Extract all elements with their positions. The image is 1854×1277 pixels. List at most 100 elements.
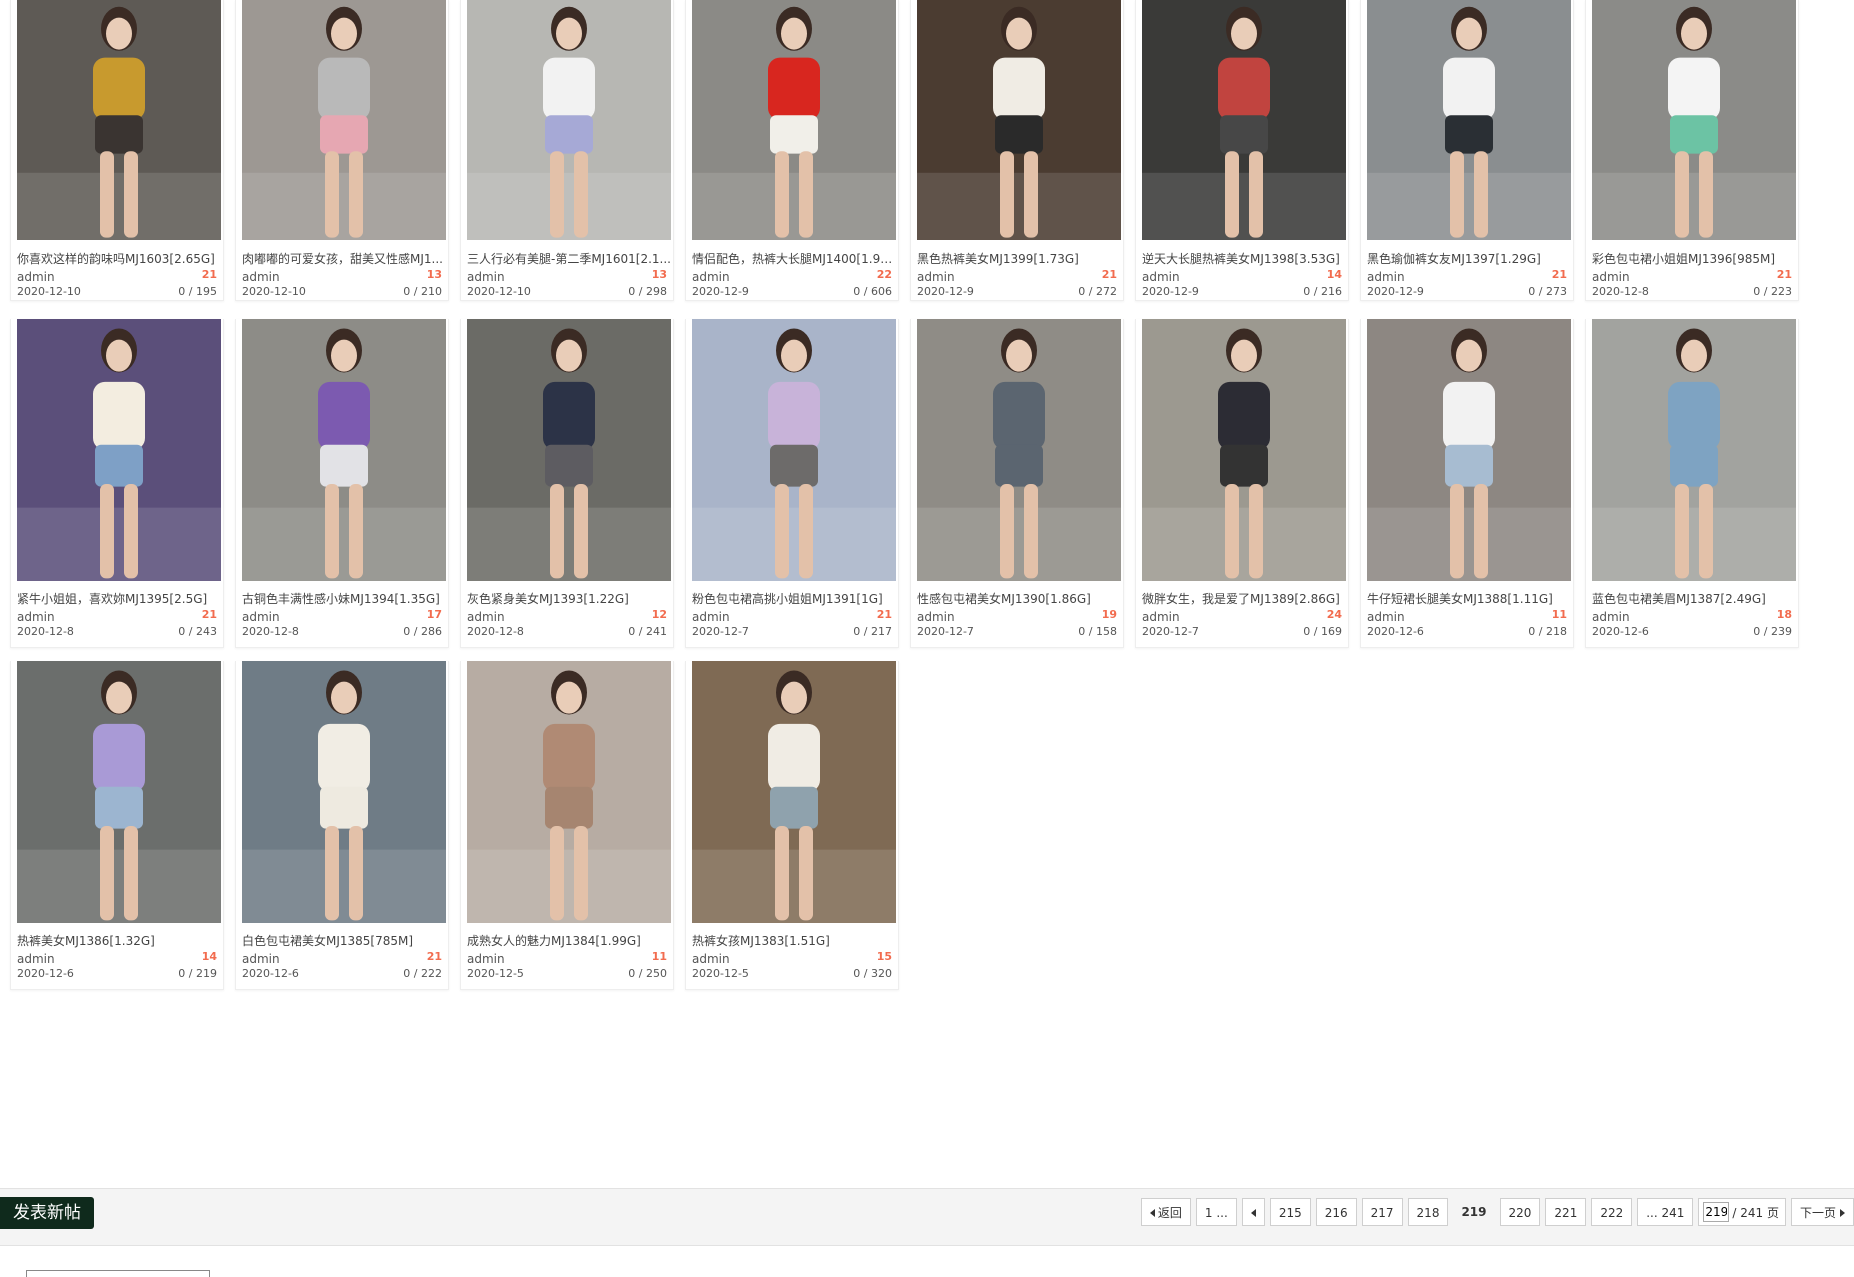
thread-card[interactable]: 黑色瑜伽裤女友MJ1397[1.29G] admin 21 2020-12-9 0 / … [1360,0,1574,301]
thread-title[interactable]: 蓝色包屯裙美眉MJ1387[2.49G] [1592,590,1796,607]
thread-thumbnail[interactable] [1367,0,1571,240]
thread-thumbnail[interactable] [1592,0,1796,240]
thread-title[interactable]: 热裤美女MJ1386[1.32G] [17,932,221,949]
thread-author[interactable]: admin [467,610,505,624]
thread-date: 2020-12-10 [17,285,81,298]
thread-thumbnail[interactable] [692,661,896,923]
thread-title[interactable]: 热裤女孩MJ1383[1.51G] [692,932,896,949]
page-link[interactable]: 221 [1545,1198,1587,1226]
thread-card[interactable]: 粉色包屯裙高挑小姐姐MJ1391[1G] admin 21 2020-12-7 0 / … [685,319,899,648]
thread-card[interactable]: 三人行必有美腿-第二季MJ1601[2.1... admin 13 2020-12-1… [460,0,674,301]
thread-card[interactable]: 你喜欢这样的韵味吗MJ1603[2.65G] admin 21 2020-12-10 0… [10,0,224,301]
thread-card[interactable]: 古铜色丰满性感小妹MJ1394[1.35G] admin 17 2020-12-8 0 … [235,319,449,648]
prev-page-button[interactable] [1241,1198,1265,1226]
thread-author[interactable]: admin [1142,610,1180,624]
thread-title[interactable]: 肉嘟嘟的可爱女孩，甜美又性感MJ1... [242,250,446,267]
thread-author[interactable]: admin [1142,270,1180,284]
page-last[interactable]: ... 241 [1637,1198,1694,1226]
thread-thumbnail[interactable] [467,319,671,581]
thread-thumbnail[interactable] [917,0,1121,240]
thread-thumbnail[interactable] [467,0,671,240]
thread-author[interactable]: admin [692,610,730,624]
thread-card[interactable]: 灰色紧身美女MJ1393[1.22G] admin 12 2020-12-8 0 / 2… [460,319,674,648]
thread-card[interactable]: 热裤女孩MJ1383[1.51G] admin 15 2020-12-5 0 / 320 [685,661,899,990]
thread-author[interactable]: admin [1367,610,1405,624]
page-link[interactable]: 215 [1269,1198,1311,1226]
thread-author[interactable]: admin [17,610,55,624]
thread-thumbnail[interactable] [17,661,221,923]
thread-title[interactable]: 粉色包屯裙高挑小姐姐MJ1391[1G] [692,590,896,607]
next-page-button[interactable]: 下一页 [1790,1198,1854,1226]
thread-title[interactable]: 逆天大长腿热裤美女MJ1398[3.53G] [1142,250,1346,267]
page-link[interactable]: 218 [1407,1198,1449,1226]
new-post-button[interactable]: 发表新帖 [0,1197,94,1229]
thread-card[interactable]: 逆天大长腿热裤美女MJ1398[3.53G] admin 14 2020-12-9 0 … [1135,0,1349,301]
thread-title[interactable]: 彩色包屯裙小姐姐MJ1396[985M] [1592,250,1796,267]
thread-title[interactable]: 灰色紧身美女MJ1393[1.22G] [467,590,671,607]
thread-author[interactable]: admin [467,952,505,966]
thread-card[interactable]: 微胖女生，我是爱了MJ1389[2.86G] admin 24 2020-12-7 0 … [1135,319,1349,648]
page-link[interactable]: 217 [1361,1198,1403,1226]
thread-title[interactable]: 白色包屯裙美女MJ1385[785M] [242,932,446,949]
thread-title[interactable]: 微胖女生，我是爱了MJ1389[2.86G] [1142,590,1346,607]
thread-author[interactable]: admin [692,952,730,966]
thread-author[interactable]: admin [917,610,955,624]
thread-thumbnail[interactable] [242,319,446,581]
thread-thumbnail[interactable] [692,319,896,581]
thread-title[interactable]: 牛仔短裙长腿美女MJ1388[1.11G] [1367,590,1571,607]
thread-card[interactable]: 紧牛小姐姐，喜欢妳MJ1395[2.5G] admin 21 2020-12-8 0 /… [10,319,224,648]
thread-card[interactable]: 热裤美女MJ1386[1.32G] admin 14 2020-12-6 0 / 219 [10,661,224,990]
thread-author[interactable]: admin [467,270,505,284]
thread-card[interactable]: 肉嘟嘟的可爱女孩，甜美又性感MJ1... admin 13 2020-12-10 0 /… [235,0,449,301]
thread-author[interactable]: admin [17,270,55,284]
thread-card[interactable]: 蓝色包屯裙美眉MJ1387[2.49G] admin 18 2020-12-6 0 / … [1585,319,1799,648]
thread-title[interactable]: 紧牛小姐姐，喜欢妳MJ1395[2.5G] [17,590,221,607]
page-jump-input[interactable] [1703,1202,1730,1222]
thread-thumbnail[interactable] [1367,319,1571,581]
thread-thumbnail[interactable] [692,0,896,240]
footer-fragment [0,1268,1854,1277]
thread-card[interactable]: 性感包屯裙美女MJ1390[1.86G] admin 19 2020-12-7 0 / … [910,319,1124,648]
thread-views: 0 / 243 [178,625,217,638]
thread-title[interactable]: 黑色热裤美女MJ1399[1.73G] [917,250,1121,267]
thread-title[interactable]: 成熟女人的魅力MJ1384[1.99G] [467,932,671,949]
thread-card[interactable]: 情侣配色，热裤大长腿MJ1400[1.96... admin 22 2020-12-9… [685,0,899,301]
thread-thumbnail[interactable] [917,319,1121,581]
thread-thumbnail[interactable] [242,661,446,923]
thread-title[interactable]: 性感包屯裙美女MJ1390[1.86G] [917,590,1121,607]
thread-thumbnail[interactable] [17,319,221,581]
thread-card[interactable]: 牛仔短裙长腿美女MJ1388[1.11G] admin 11 2020-12-6 0 /… [1360,319,1574,648]
footer-search-box[interactable] [26,1270,210,1277]
thread-author[interactable]: admin [242,952,280,966]
page-link[interactable]: 216 [1315,1198,1357,1226]
thread-card[interactable]: 成熟女人的魅力MJ1384[1.99G] admin 11 2020-12-5 0 / … [460,661,674,990]
page-first[interactable]: 1 ... [1195,1198,1237,1226]
thread-thumbnail[interactable] [1142,0,1346,240]
thread-title[interactable]: 你喜欢这样的韵味吗MJ1603[2.65G] [17,250,221,267]
thread-author[interactable]: admin [1592,270,1630,284]
thread-author[interactable]: admin [1592,610,1630,624]
thread-author[interactable]: admin [692,270,730,284]
thread-title[interactable]: 情侣配色，热裤大长腿MJ1400[1.96... [692,250,896,267]
thread-views: 0 / 158 [1078,625,1117,638]
thread-title[interactable]: 三人行必有美腿-第二季MJ1601[2.1... [467,250,671,267]
thread-author[interactable]: admin [1367,270,1405,284]
thread-author[interactable]: admin [917,270,955,284]
thread-thumbnail[interactable] [467,661,671,923]
thread-thumbnail[interactable] [17,0,221,240]
thread-thumbnail[interactable] [1142,319,1346,581]
thread-thumbnail[interactable] [1592,319,1796,581]
thread-title[interactable]: 古铜色丰满性感小妹MJ1394[1.35G] [242,590,446,607]
page-link[interactable]: 220 [1499,1198,1541,1226]
thread-title[interactable]: 黑色瑜伽裤女友MJ1397[1.29G] [1367,250,1571,267]
thread-thumbnail[interactable] [242,0,446,240]
thread-author[interactable]: admin [242,270,280,284]
back-button[interactable]: 返回 [1140,1198,1191,1226]
thread-views: 0 / 272 [1078,285,1117,298]
page-link[interactable]: 222 [1591,1198,1633,1226]
thread-author[interactable]: admin [242,610,280,624]
thread-card[interactable]: 白色包屯裙美女MJ1385[785M] admin 21 2020-12-6 0 / 2… [235,661,449,990]
thread-author[interactable]: admin [17,952,55,966]
thread-card[interactable]: 彩色包屯裙小姐姐MJ1396[985M] admin 21 2020-12-8 0 / … [1585,0,1799,301]
thread-card[interactable]: 黑色热裤美女MJ1399[1.73G] admin 21 2020-12-9 0 / 2… [910,0,1124,301]
